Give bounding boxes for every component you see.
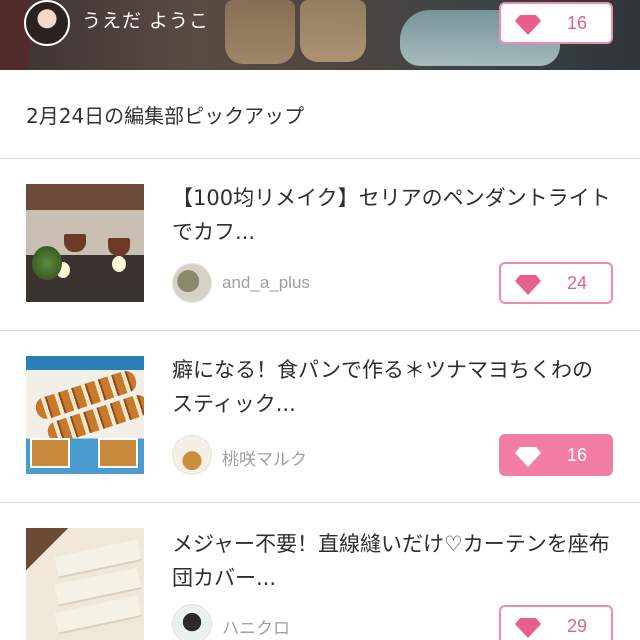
banner-photo-shoe [225, 0, 295, 64]
banner-photo-curtain [0, 0, 30, 70]
diamond-icon [515, 275, 541, 295]
section-heading: 2月24日の編集部ピックアップ [26, 104, 305, 128]
banner-photo-shoe [300, 0, 366, 62]
diamond-icon [515, 618, 541, 638]
user-name[interactable]: うえだ ようこ [82, 6, 209, 33]
divider [0, 158, 640, 159]
author-name[interactable]: ハニクロ [222, 614, 290, 639]
author-avatar[interactable] [172, 604, 212, 640]
article-thumbnail[interactable] [26, 356, 144, 474]
thumb-plant [32, 246, 62, 280]
like-count: 16 [566, 13, 588, 33]
like-count: 24 [566, 273, 588, 293]
author-avatar[interactable] [172, 263, 212, 303]
like-count: 16 [566, 445, 588, 465]
user-avatar[interactable] [24, 0, 70, 46]
like-count: 29 [566, 616, 588, 636]
article-title[interactable]: メジャー不要！直線縫いだけ♡カーテンを座布団カバー... [172, 527, 612, 595]
thumb-lamp [108, 238, 130, 256]
article-title[interactable]: 癖になる！食パンで作る＊ツナマヨちくわのスティック... [172, 353, 612, 421]
thumb-food-mini [30, 438, 70, 468]
article-thumbnail[interactable] [26, 184, 144, 302]
diamond-icon [515, 447, 541, 467]
author-avatar[interactable] [172, 435, 212, 475]
article-like-button[interactable]: 24 [499, 262, 613, 304]
article-like-button[interactable]: 16 [499, 434, 613, 476]
divider [0, 502, 640, 503]
author-name[interactable]: 桃咲マルク [222, 445, 307, 470]
thumb-lamp [64, 234, 86, 252]
article-title[interactable]: 【100均リメイク】セリアのペンダントライトでカフ... [172, 181, 612, 249]
thumb-food-mini [98, 438, 138, 468]
diamond-icon [515, 15, 541, 35]
thumb-bulb [112, 256, 126, 272]
header-like-button[interactable]: 16 [499, 2, 613, 44]
divider [0, 330, 640, 331]
article-thumbnail[interactable] [26, 528, 144, 640]
article-like-button[interactable]: 29 [499, 605, 613, 640]
author-name[interactable]: and_a_plus [222, 273, 310, 293]
